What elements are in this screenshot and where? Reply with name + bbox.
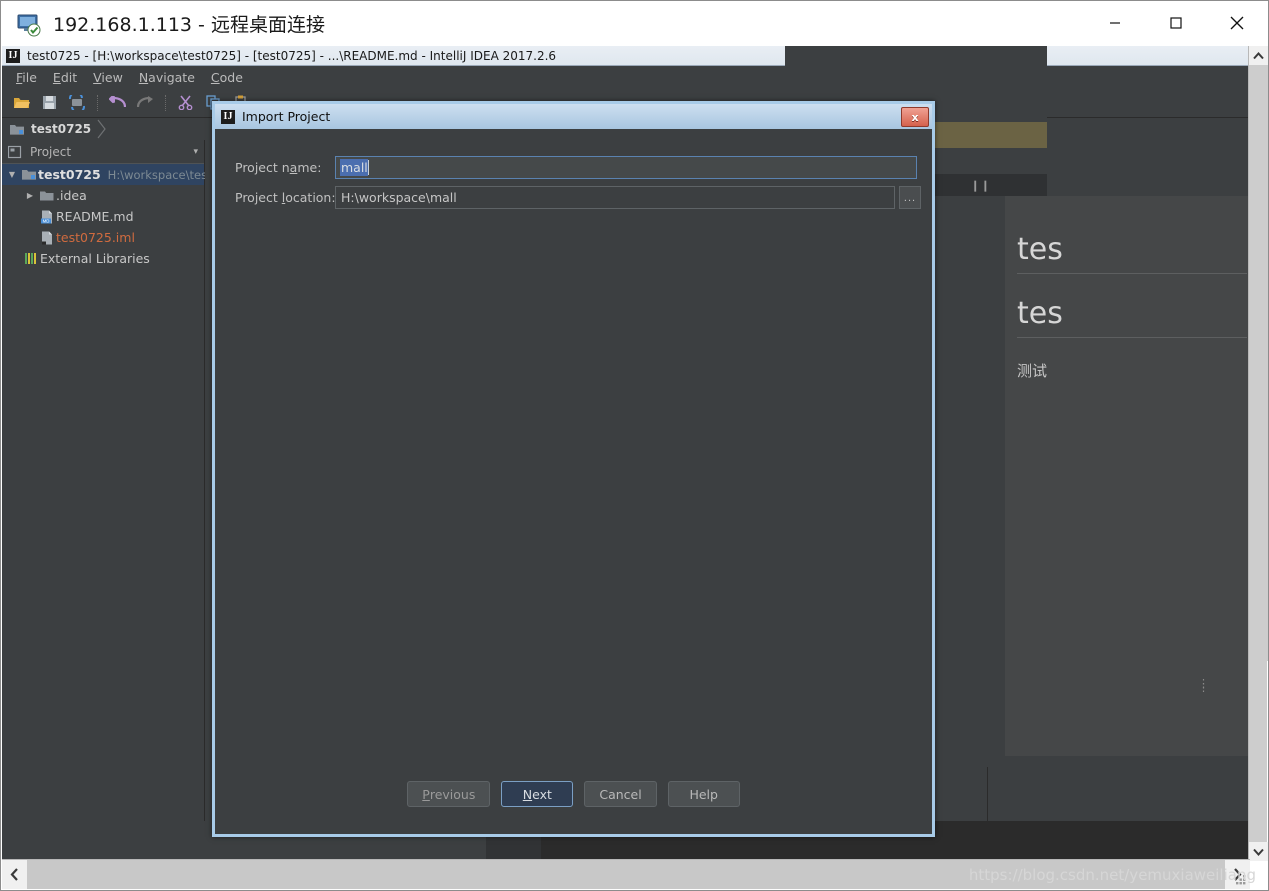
dialog-button-bar: Previous Next Cancel Help: [215, 781, 932, 807]
ide-menubar[interactable]: File Edit View Navigate Code: [2, 66, 1250, 88]
project-location-value: H:\workspace\mall: [341, 190, 457, 205]
project-name-value: mall: [340, 159, 368, 176]
breadcrumb-chevron-icon: [97, 119, 106, 139]
project-location-input[interactable]: H:\workspace\mall: [335, 186, 895, 209]
pause-icon[interactable]: ❙❙: [971, 179, 991, 192]
tree-row[interactable]: ▶ .idea: [2, 185, 204, 206]
project-name-row: Project name: mall: [235, 156, 917, 179]
dialog-title: Import Project: [242, 109, 331, 124]
svg-text:MD: MD: [43, 218, 50, 223]
iml-file-icon: [38, 231, 56, 245]
open-folder-icon[interactable]: [8, 91, 34, 115]
menu-item-code[interactable]: Code: [203, 68, 251, 87]
chevron-down-icon[interactable]: ▾: [193, 146, 198, 157]
horizontal-scrollbar[interactable]: [2, 859, 1250, 889]
preview-heading-1: tes: [1017, 232, 1063, 267]
menu-item-navigate[interactable]: Navigate: [131, 68, 203, 87]
project-location-label: Project location:: [235, 190, 336, 205]
maximize-button[interactable]: [1153, 1, 1199, 45]
project-view-icon: [8, 145, 22, 158]
project-panel-label: Project: [30, 144, 72, 159]
tree-row[interactable]: ▼ test0725 H:\workspace\test0: [2, 164, 219, 185]
remote-desktop-surface: IJ test0725 - [H:\workspace\test0725] - …: [2, 46, 1250, 861]
expand-arrow-icon[interactable]: ▼: [4, 170, 20, 179]
redo-icon[interactable]: [132, 91, 158, 115]
markdown-preview-content: tes tes 测试: [1005, 196, 1250, 756]
remote-desktop-window: 192.168.1.113 - 远程桌面连接 IJ test0725 - [H:…: [0, 0, 1269, 891]
help-button[interactable]: Help: [667, 781, 740, 807]
horizontal-scroll-thumb[interactable]: [27, 860, 797, 889]
project-location-row: Project location: H:\workspace\mall ...: [235, 186, 921, 209]
tree-item-label: test0725.iml: [56, 230, 135, 245]
preview-divider: [1017, 337, 1247, 338]
remote-desktop-icon: [15, 11, 41, 37]
expand-arrow-icon[interactable]: ▶: [22, 191, 38, 200]
previous-button[interactable]: Previous: [407, 781, 491, 807]
tree-item-label: .idea: [56, 188, 87, 203]
tree-item-label: README.md: [56, 209, 134, 224]
tree-item-label: test0725: [38, 167, 101, 182]
tree-row[interactable]: External Libraries: [2, 248, 204, 269]
toolbar-separator: [165, 94, 167, 111]
next-button[interactable]: Next: [501, 781, 574, 807]
scroll-down-button[interactable]: [1249, 842, 1268, 861]
text-caret: [367, 160, 369, 175]
module-folder-icon: [20, 168, 38, 181]
browse-folder-button[interactable]: ...: [899, 186, 921, 209]
toolbar-separator: [97, 94, 99, 111]
import-project-dialog: IJ Import Project x Project name: mall P…: [212, 101, 935, 837]
dialog-close-button[interactable]: x: [901, 107, 929, 127]
undo-icon[interactable]: [104, 91, 130, 115]
ide-titlebar: IJ test0725 - [H:\workspace\test0725] - …: [2, 46, 1250, 66]
module-folder-icon: [10, 124, 24, 135]
tree-item-path: H:\workspace\test0: [107, 167, 219, 182]
project-name-input[interactable]: mall: [335, 156, 917, 179]
folder-icon: [38, 190, 56, 202]
sync-refresh-icon[interactable]: [64, 91, 90, 115]
breadcrumb-label: test0725: [31, 122, 92, 136]
tree-row[interactable]: test0725.iml: [2, 227, 204, 248]
scroll-left-button[interactable]: [2, 860, 27, 889]
menu-item-view[interactable]: View: [85, 68, 131, 87]
libraries-icon: [22, 252, 40, 265]
rdp-window-title: 192.168.1.113 - 远程桌面连接: [53, 14, 325, 36]
menu-item-edit[interactable]: Edit: [45, 68, 85, 87]
intellij-logo-icon: IJ: [221, 109, 235, 124]
save-all-icon[interactable]: [36, 91, 62, 115]
preview-divider: [1017, 273, 1247, 274]
vertical-scroll-thumb[interactable]: [1249, 65, 1268, 661]
preview-heading-2: tes: [1017, 296, 1063, 331]
window-resize-grip-icon[interactable]: [1234, 873, 1248, 887]
tree-item-label: External Libraries: [40, 251, 150, 266]
tree-row[interactable]: MD README.md: [2, 206, 204, 227]
dialog-body: Project name: mall Project location: H:\…: [215, 129, 932, 834]
resize-grip-icon[interactable]: ⋮ ⋮: [1198, 679, 1209, 694]
scroll-up-button[interactable]: [1249, 46, 1268, 65]
intellij-logo-icon: IJ: [6, 48, 20, 63]
markdown-file-icon: MD: [38, 210, 56, 224]
dialog-titlebar: IJ Import Project x: [215, 104, 932, 129]
cut-icon[interactable]: [172, 91, 198, 115]
project-name-label: Project name:: [235, 160, 322, 175]
minimize-button[interactable]: [1092, 1, 1138, 45]
rdp-titlebar: 192.168.1.113 - 远程桌面连接: [1, 1, 1268, 46]
project-tool-window: Project ▾ ▼ test0725 H:\workspace\test0 …: [2, 140, 219, 861]
project-panel-header[interactable]: Project ▾: [2, 140, 204, 164]
menu-item-file[interactable]: File: [8, 68, 45, 87]
cancel-button[interactable]: Cancel: [584, 781, 657, 807]
close-button[interactable]: [1214, 1, 1260, 45]
ide-window-title: test0725 - [H:\workspace\test0725] - [te…: [27, 48, 557, 63]
preview-paragraph: 测试: [1017, 362, 1048, 380]
vertical-scrollbar[interactable]: [1248, 46, 1268, 861]
